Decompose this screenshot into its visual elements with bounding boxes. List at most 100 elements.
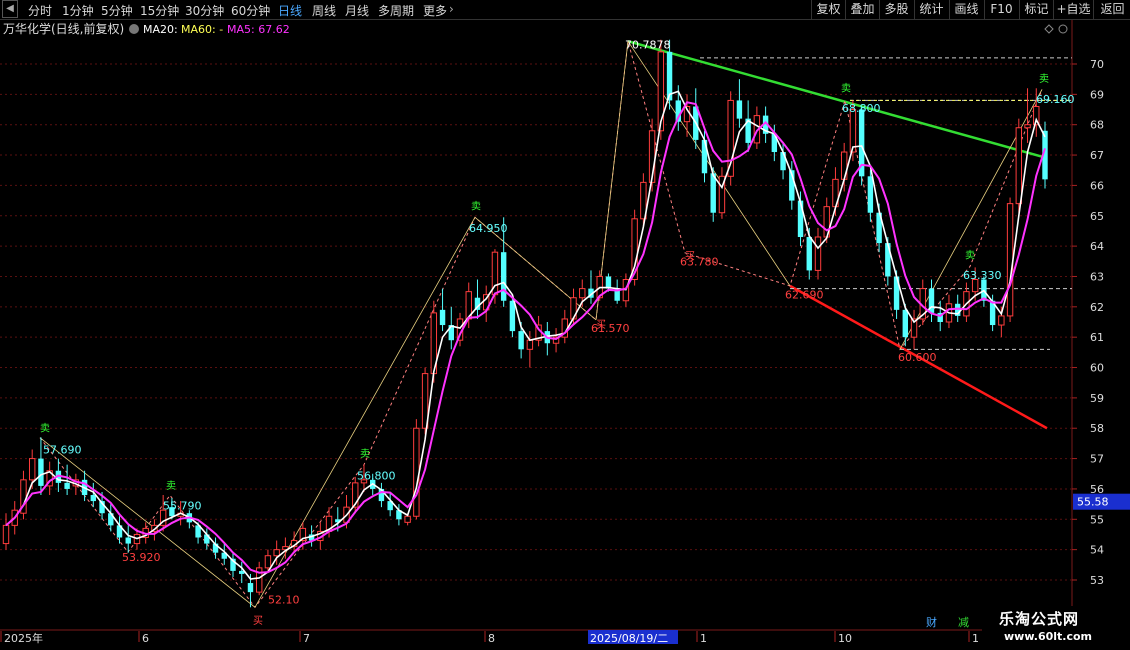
candle-body xyxy=(902,309,909,338)
candle xyxy=(378,482,385,508)
price-annotation: 60.600 xyxy=(898,351,937,364)
candle-body xyxy=(28,458,36,481)
x-month-label: 1 xyxy=(700,632,707,645)
y-tick-label: 60 xyxy=(1090,362,1104,375)
candle xyxy=(814,227,822,280)
price-annotation: 55.790 xyxy=(163,500,202,513)
price-annotation: 70.7878 xyxy=(625,38,671,51)
tab-1min[interactable]: 1分钟 xyxy=(62,2,94,19)
candle-body xyxy=(849,109,857,153)
tab-30min[interactable]: 30分钟 xyxy=(185,2,224,19)
y-tick-label: 65 xyxy=(1090,210,1104,223)
sell-signal-mark: 卖 xyxy=(1039,73,1049,85)
nav-left-icon[interactable]: ◀ xyxy=(2,0,18,18)
y-tick-label: 63 xyxy=(1090,270,1104,283)
draw-line-button[interactable]: 画线 xyxy=(949,0,983,19)
current-price-label: 55.58 xyxy=(1077,496,1109,509)
statistics-button[interactable]: 统计 xyxy=(914,0,948,19)
y-tick-label: 61 xyxy=(1090,331,1104,344)
diamond-icon xyxy=(1044,24,1054,34)
price-annotation: 69.160 xyxy=(1036,93,1075,106)
candle-body xyxy=(579,288,586,299)
fuquan-button[interactable]: 复权 xyxy=(811,0,845,19)
x-month-label: 10 xyxy=(838,632,852,645)
kline-chart[interactable]: 57.69053.92055.79052.1056.80064.95061.57… xyxy=(0,20,1130,650)
candle xyxy=(239,561,245,584)
circle-icon xyxy=(1058,24,1068,34)
y-tick-label: 68 xyxy=(1090,119,1104,132)
candle xyxy=(570,288,577,326)
back-button[interactable]: 返回 xyxy=(1093,0,1130,19)
candle xyxy=(230,552,236,577)
candle xyxy=(20,470,27,520)
finance-badge: 财 xyxy=(926,615,937,629)
watermark-logo: 乐淘公式网 xyxy=(999,610,1080,628)
price-annotation: 56.800 xyxy=(357,469,396,482)
candle xyxy=(797,191,804,247)
candle-body xyxy=(500,252,507,301)
tab-fenshi[interactable]: 分时 xyxy=(28,2,52,19)
candle xyxy=(736,79,743,128)
mark-button[interactable]: 标记 xyxy=(1019,0,1053,19)
candle-body xyxy=(90,495,97,502)
candle xyxy=(919,279,926,326)
price-annotation: 53.920 xyxy=(122,551,161,564)
candle-body xyxy=(1015,127,1023,205)
sell-signal-mark: 卖 xyxy=(360,448,370,460)
candle xyxy=(413,419,420,520)
ma20-legend: MA20: xyxy=(143,23,178,36)
x-month-label: 7 xyxy=(303,632,310,645)
sell-signal-mark: 卖 xyxy=(965,249,975,261)
candle-body xyxy=(605,276,612,289)
candle xyxy=(474,279,481,319)
candle-body xyxy=(38,458,44,486)
candle xyxy=(683,94,691,137)
candle-body xyxy=(814,236,822,271)
candle xyxy=(212,537,219,559)
y-tick-label: 69 xyxy=(1090,88,1104,101)
candle xyxy=(588,270,594,304)
tab-5min[interactable]: 5分钟 xyxy=(101,2,133,19)
tab-monthly[interactable]: 月线 xyxy=(345,2,369,19)
price-annotations: 57.69053.92055.79052.1056.80064.95061.57… xyxy=(40,38,1075,627)
candle xyxy=(552,328,560,353)
multi-stock-button[interactable]: 多股 xyxy=(879,0,913,19)
x-month-label: 8 xyxy=(488,632,495,645)
tab-60min[interactable]: 60分钟 xyxy=(231,2,270,19)
price-annotation: 68.800 xyxy=(842,102,881,115)
candle-body xyxy=(125,537,131,544)
sell-signal-mark: 卖 xyxy=(471,201,481,213)
add-watchlist-button[interactable]: +自选 xyxy=(1053,0,1093,19)
candle-body xyxy=(264,555,272,569)
ma20-line xyxy=(5,90,1046,580)
y-tick-label: 57 xyxy=(1090,453,1104,466)
moving-averages xyxy=(5,90,1046,580)
y-tick-label: 70 xyxy=(1090,58,1104,71)
candle xyxy=(125,525,131,553)
tab-multi-period[interactable]: 多周期 xyxy=(378,2,414,19)
candle-body xyxy=(867,176,874,213)
y-tick-label: 66 xyxy=(1090,179,1104,192)
candle xyxy=(718,167,726,219)
sell-signal-mark: 卖 xyxy=(166,480,176,492)
candle xyxy=(727,91,734,186)
ma60-legend: MA60: - xyxy=(181,23,223,36)
candle-body xyxy=(797,200,804,238)
candle-body xyxy=(998,315,1005,326)
candle xyxy=(1006,197,1014,322)
tab-15min[interactable]: 15分钟 xyxy=(140,2,179,19)
price-annotation: 57.690 xyxy=(43,443,82,456)
zigzag-line xyxy=(39,41,1043,609)
tab-weekly[interactable]: 周线 xyxy=(312,2,336,19)
candle xyxy=(910,309,918,350)
candle-body xyxy=(806,237,812,271)
candle-body xyxy=(1006,203,1014,317)
tab-more[interactable]: 更多 xyxy=(423,2,447,19)
tab-daily[interactable]: 日线 xyxy=(278,2,302,19)
chevron-right-icon[interactable]: › xyxy=(449,2,454,16)
overlay-button[interactable]: 叠加 xyxy=(845,0,879,19)
candle-body xyxy=(518,331,524,350)
candle xyxy=(561,309,568,344)
candle-body xyxy=(2,524,10,545)
f10-button[interactable]: F10 xyxy=(984,0,1018,19)
